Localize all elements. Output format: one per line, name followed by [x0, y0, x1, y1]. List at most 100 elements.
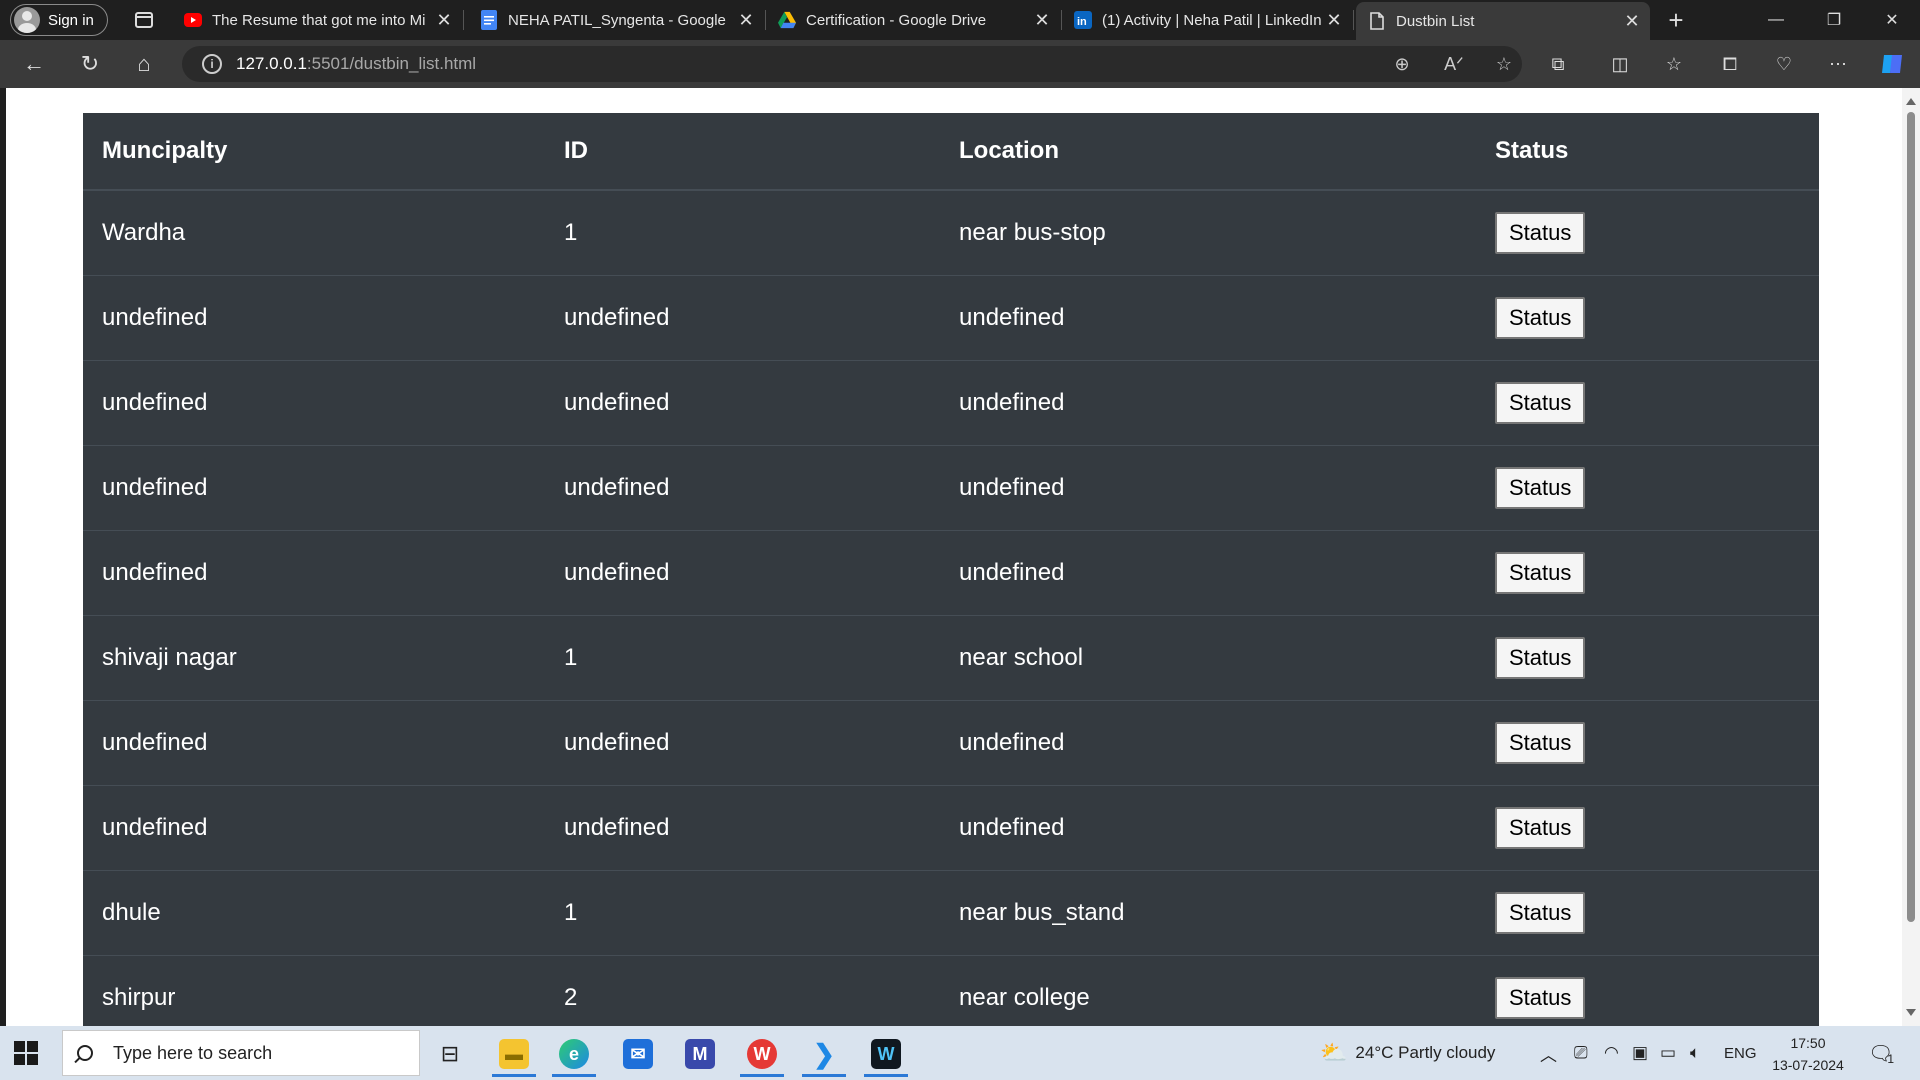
new-tab-button[interactable]: +: [1660, 4, 1692, 36]
google-drive-icon: [778, 11, 796, 29]
scrollbar-thumb[interactable]: [1907, 112, 1915, 922]
cell-location: near bus_stand: [940, 869, 1476, 955]
address-bar[interactable]: i 127.0.0.1:5501/dustbin_list.html ⊕ Aᐟ …: [182, 46, 1522, 82]
linkedin-icon: in: [1074, 11, 1092, 29]
cell-id: undefined: [545, 699, 940, 785]
browser-essentials-icon[interactable]: ♡: [1770, 52, 1798, 76]
cell-municipality: undefined: [83, 274, 545, 360]
tab-google-docs[interactable]: NEHA PATIL_Syngenta - Google ✕: [468, 4, 766, 36]
status-button[interactable]: Status: [1495, 211, 1586, 254]
taskbar-search-box[interactable]: Type here to search: [62, 1030, 420, 1076]
status-button[interactable]: Status: [1495, 381, 1586, 424]
zoom-icon[interactable]: ⊕: [1390, 54, 1414, 74]
favorites-icon[interactable]: ☆: [1660, 52, 1688, 76]
copilot-icon[interactable]: [1878, 52, 1906, 76]
cell-municipality: undefined: [83, 784, 545, 870]
refresh-button[interactable]: ↻: [72, 48, 108, 80]
table-row: undefined undefined undefined Status: [83, 359, 1819, 445]
system-clock[interactable]: 17:50 13-07-2024: [1760, 1032, 1856, 1076]
search-icon: [77, 1045, 93, 1061]
header-status: Status: [1476, 113, 1819, 191]
taskbar-math-app[interactable]: M: [674, 1031, 726, 1077]
header-municipality: Muncipalty: [83, 113, 545, 191]
status-button[interactable]: Status: [1495, 296, 1586, 339]
cell-municipality: undefined: [83, 529, 545, 615]
close-tab-icon[interactable]: ✕: [432, 10, 456, 31]
status-button[interactable]: Status: [1495, 636, 1586, 679]
language-indicator[interactable]: ENG: [1724, 1026, 1757, 1080]
status-button[interactable]: Status: [1495, 466, 1586, 509]
read-aloud-icon[interactable]: Aᐟ: [1442, 54, 1466, 74]
sign-in-button[interactable]: Sign in: [10, 4, 108, 36]
extensions-icon[interactable]: ⧉: [1544, 52, 1572, 76]
taskbar-edge[interactable]: e: [548, 1031, 600, 1077]
weather-widget[interactable]: ⛅ 24°C Partly cloudy: [1320, 1026, 1495, 1080]
status-button[interactable]: Status: [1495, 721, 1586, 764]
tab-title: Certification - Google Drive: [806, 11, 987, 29]
tab-linkedin[interactable]: in (1) Activity | Neha Patil | LinkedIn …: [1062, 4, 1354, 36]
tab-actions-button[interactable]: [124, 0, 164, 40]
cell-municipality: shivaji nagar: [83, 614, 545, 700]
home-button[interactable]: ⌂: [126, 48, 162, 80]
tab-dustbin-list[interactable]: Dustbin List ✕: [1356, 2, 1650, 40]
cell-location: undefined: [940, 699, 1476, 785]
status-button[interactable]: Status: [1495, 891, 1586, 934]
status-button[interactable]: Status: [1495, 976, 1586, 1019]
close-tab-icon[interactable]: ✕: [734, 10, 758, 31]
favorite-star-icon[interactable]: ☆: [1492, 54, 1516, 74]
cell-location: undefined: [940, 529, 1476, 615]
file-explorer-icon: ▬: [499, 1039, 529, 1069]
scroll-down-arrow-icon[interactable]: [1906, 1009, 1916, 1016]
status-button[interactable]: Status: [1495, 806, 1586, 849]
close-tab-icon[interactable]: ✕: [1322, 10, 1346, 31]
vscode-icon: ❯: [813, 1038, 835, 1069]
close-tab-icon[interactable]: ✕: [1620, 11, 1644, 32]
cell-status: Status: [1476, 190, 1819, 275]
back-button[interactable]: ←: [16, 48, 52, 80]
scroll-up-arrow-icon[interactable]: [1906, 98, 1916, 105]
cell-municipality: undefined: [83, 359, 545, 445]
cell-location: undefined: [940, 359, 1476, 445]
table-row: shivaji nagar 1 near school Status: [83, 614, 1819, 700]
page-icon: [1368, 12, 1386, 30]
windows-start-icon[interactable]: [14, 1041, 38, 1065]
show-hidden-icons-button[interactable]: ︿: [1540, 1026, 1557, 1080]
partly-cloudy-icon: ⛅: [1320, 1040, 1348, 1065]
cell-location: near bus-stop: [959, 218, 1106, 246]
network-icon[interactable]: ▣: [1632, 1026, 1648, 1080]
restore-button[interactable]: ❐: [1806, 0, 1862, 40]
cell-location: near college: [940, 954, 1476, 1026]
cell-status: Status: [1476, 699, 1819, 785]
site-info-icon[interactable]: i: [202, 54, 222, 74]
close-tab-icon[interactable]: ✕: [1030, 10, 1054, 31]
notification-center-button[interactable]: 🗨︎ 1: [1868, 1026, 1894, 1080]
browser-toolbar: ← ↻ ⌂ i 127.0.0.1:5501/dustbin_list.html…: [0, 40, 1920, 88]
collections-icon[interactable]: ⧠: [1716, 52, 1744, 76]
taskbar-wps-office[interactable]: W: [736, 1031, 788, 1077]
taskbar-vscode[interactable]: ❯: [798, 1031, 850, 1077]
cell-status: Status: [1476, 954, 1819, 1026]
cell-municipality: undefined: [83, 444, 545, 530]
wifi-icon[interactable]: ◠: [1604, 1026, 1619, 1080]
taskbar-webex[interactable]: W: [860, 1031, 912, 1077]
volume-icon[interactable]: 🔈︎: [1690, 1026, 1700, 1080]
table-row: undefined undefined undefined Status: [83, 699, 1819, 785]
cell-id: undefined: [545, 444, 940, 530]
tab-resume-video[interactable]: The Resume that got me into Mi ✕: [172, 4, 464, 36]
task-view-button[interactable]: ⊟: [424, 1031, 476, 1077]
status-button[interactable]: Status: [1495, 551, 1586, 594]
taskbar-file-explorer[interactable]: ▬: [488, 1031, 540, 1077]
battery-icon[interactable]: ▭: [1660, 1026, 1676, 1080]
meet-now-icon[interactable]: ⎚: [1574, 1026, 1588, 1080]
table-row: undefined undefined undefined Status: [83, 274, 1819, 360]
page-viewport: Muncipalty ID Location Status Wardha 1 n…: [6, 88, 1902, 1026]
taskbar-mail[interactable]: ✉: [612, 1031, 664, 1077]
split-screen-icon[interactable]: ◫: [1606, 52, 1634, 76]
more-menu-icon[interactable]: ⋯: [1824, 52, 1852, 76]
tab-google-drive[interactable]: Certification - Google Drive ✕: [766, 4, 1062, 36]
cell-municipality: Wardha: [102, 218, 186, 246]
close-window-button[interactable]: ✕: [1864, 0, 1920, 40]
page-scrollbar[interactable]: [1902, 88, 1920, 1026]
cell-id: undefined: [545, 359, 940, 445]
minimize-button[interactable]: —: [1748, 0, 1804, 40]
